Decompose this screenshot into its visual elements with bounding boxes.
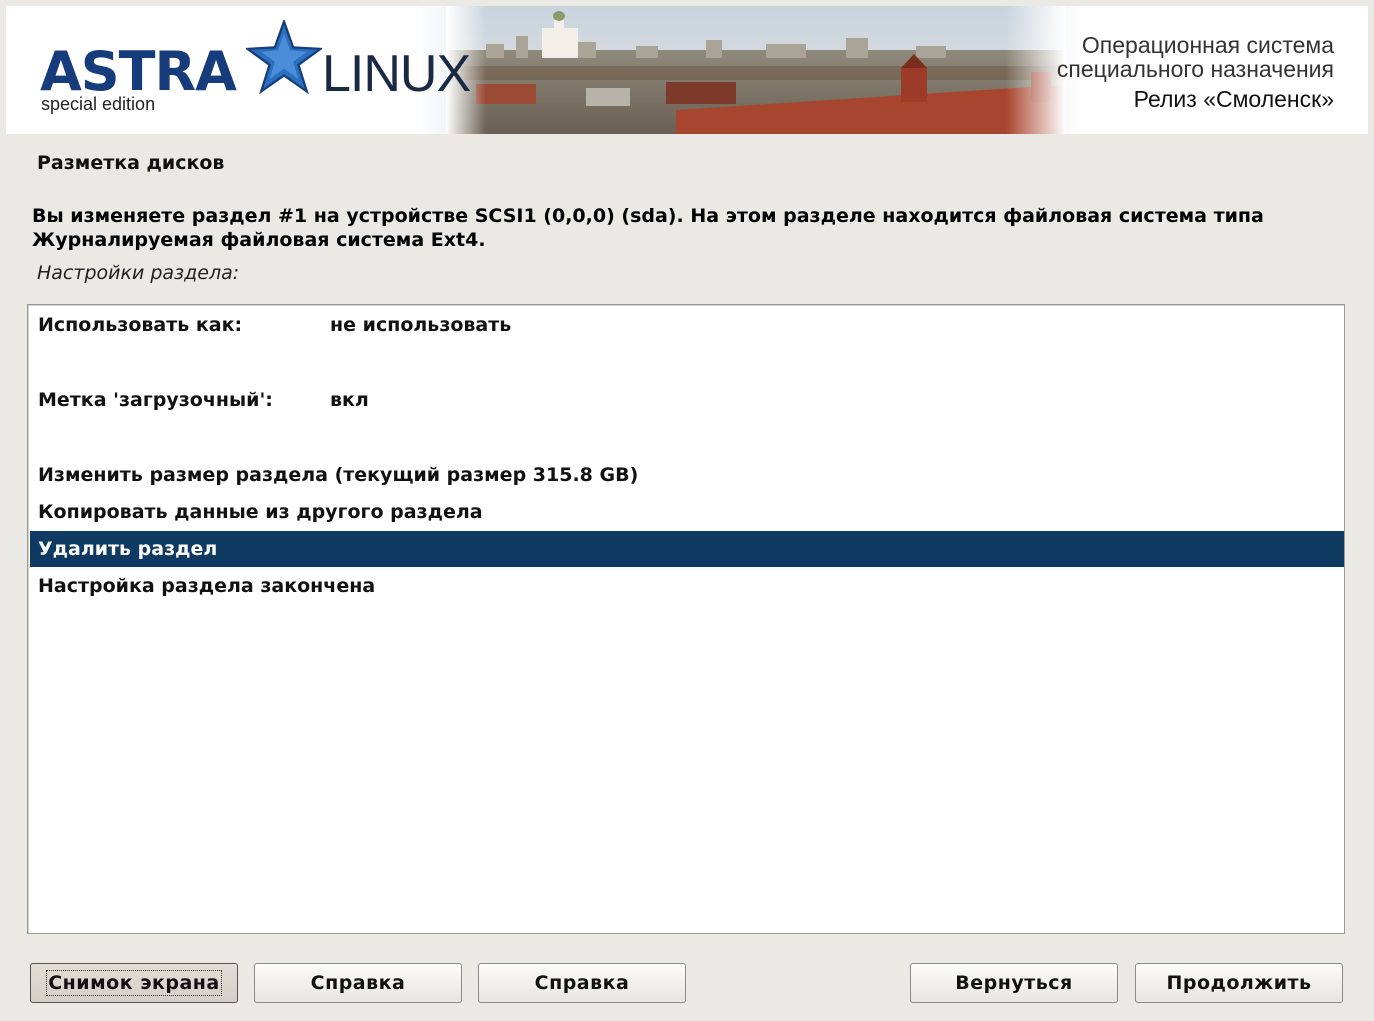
edition-label: special edition — [41, 94, 156, 114]
option-copy-data[interactable]: Копировать данные из другого раздела — [30, 494, 1344, 530]
star-icon — [246, 20, 322, 95]
option-done-setting-up[interactable]: Настройка раздела закончена — [30, 568, 1344, 604]
screenshot-button-label: Снимок экрана — [46, 970, 222, 996]
option-label: Метка 'загрузочный': — [38, 389, 273, 411]
continue-button[interactable]: Продолжить — [1135, 963, 1343, 1003]
option-label: Настройка раздела закончена — [38, 575, 376, 597]
help-button-secondary[interactable]: Справка — [478, 963, 686, 1003]
screenshot-button[interactable]: Снимок экрана — [30, 963, 238, 1003]
section-title: Разметка дисков — [37, 152, 225, 174]
option-value: вкл — [330, 389, 369, 411]
help-button-label: Справка — [310, 972, 406, 994]
option-resize-partition[interactable]: Изменить размер раздела (текущий размер … — [30, 457, 1344, 493]
tagline-purpose: специального назначения — [1056, 56, 1334, 82]
option-label: Удалить раздел — [38, 538, 218, 560]
partition-description: Вы изменяете раздел #1 на устройстве SCS… — [32, 205, 1264, 251]
option-delete-partition[interactable]: Удалить раздел — [30, 531, 1344, 567]
continue-button-label: Продолжить — [1166, 972, 1312, 994]
option-use-as[interactable]: Использовать как: не использовать — [30, 307, 1344, 343]
linux-logo-text: LINUX — [322, 45, 471, 103]
help-button-secondary-label: Справка — [534, 972, 630, 994]
city-panorama-image — [446, 6, 1066, 134]
option-value: не использовать — [330, 314, 512, 336]
back-button[interactable]: Вернуться — [910, 963, 1118, 1003]
release-name: Релиз «Смоленск» — [1133, 86, 1334, 112]
back-button-label: Вернуться — [955, 972, 1073, 994]
partition-settings-label: Настройки раздела: — [37, 262, 240, 284]
tagline-os: Операционная система — [1081, 32, 1334, 58]
header-banner: ASTRA LINUX special edition Операционная… — [6, 6, 1368, 134]
option-label: Изменить размер раздела (текущий размер … — [38, 464, 639, 486]
help-button[interactable]: Справка — [254, 963, 462, 1003]
partition-options-list[interactable]: Использовать как: не использовать Метка … — [27, 304, 1345, 934]
option-label: Использовать как: — [38, 314, 243, 336]
option-bootable-flag[interactable]: Метка 'загрузочный': вкл — [30, 382, 1344, 418]
option-label: Копировать данные из другого раздела — [38, 501, 483, 523]
